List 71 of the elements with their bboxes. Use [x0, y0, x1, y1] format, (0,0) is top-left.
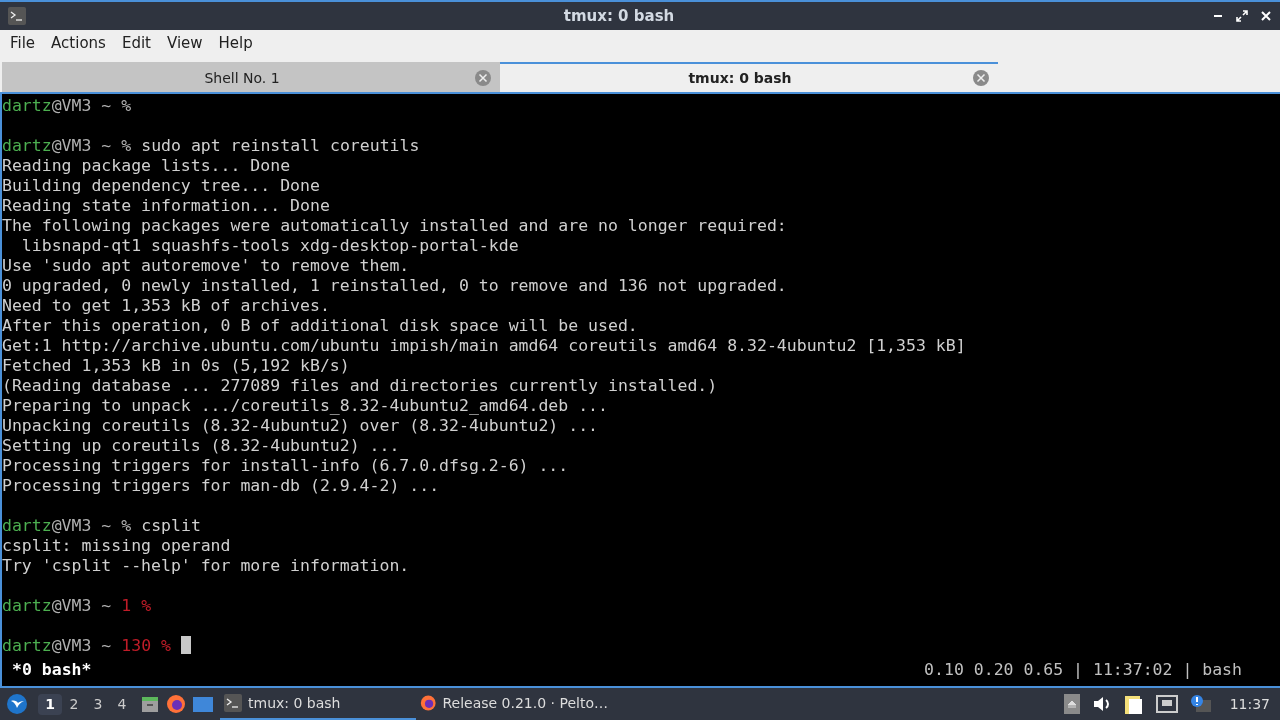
terminal-output: Fetched 1,353 kB in 0s (5,192 kB/s) [2, 356, 350, 376]
command-text: sudo apt reinstall coreutils [141, 136, 420, 156]
terminal-output: Setting up coreutils (8.32-4ubuntu2) ... [2, 436, 400, 456]
prompt-user: dartz [2, 96, 52, 116]
terminal-output: Use 'sudo apt autoremove' to remove them. [2, 256, 410, 276]
network-icon[interactable] [1155, 695, 1178, 713]
terminal-output: The following packages were automatically installed and are no longer required: [2, 216, 787, 236]
terminal-output: Reading package lists... Done [2, 156, 291, 176]
prompt-user: dartz [2, 636, 52, 656]
terminal-output: Processing triggers for man-db (2.9.4-2) ... [2, 476, 440, 496]
prompt-symbol: % [141, 596, 152, 616]
window-title: tmux: 0 bash [563, 5, 675, 27]
terminal-icon [224, 694, 242, 712]
terminal-output: libsnapd-qt1 squashfs-tools xdg-desktop-portal-kde [20, 236, 519, 256]
eject-icon[interactable] [1063, 694, 1080, 714]
volume-icon[interactable] [1091, 695, 1112, 713]
tmux-status-info: 0.10 0.20 0.65 | 11:37:02 | bash [924, 660, 1242, 680]
file-cabinet-icon[interactable] [140, 694, 160, 714]
menu-item[interactable]: Help [210, 31, 261, 55]
clock[interactable]: 11:37 [1229, 693, 1270, 715]
window-icon[interactable] [192, 694, 214, 714]
desktop-switcher[interactable]: 3 [86, 693, 110, 715]
tab-close-icon[interactable] [972, 69, 990, 87]
firefox-icon [166, 694, 186, 714]
prompt-host: @VM3 ~ [51, 136, 112, 156]
prompt-host: @VM3 ~ [51, 96, 112, 116]
terminal-output: 0 upgraded, 0 newly installed, 1 reinstalled, 0 to remove and 136 not upgraded. [2, 276, 787, 296]
maximize-icon[interactable] [1236, 10, 1248, 22]
exit-status: 1 [121, 596, 132, 616]
menu-item[interactable]: Actions [43, 31, 114, 55]
firefox-icon [420, 693, 437, 713]
bird-logo-icon[interactable] [6, 693, 28, 715]
prompt-symbol: % [121, 96, 132, 116]
prompt-user: dartz [2, 136, 52, 156]
desktop-switcher[interactable]: 4 [110, 693, 134, 715]
prompt-symbol: % [121, 516, 132, 536]
terminal[interactable] [0, 92, 1280, 686]
menu-item[interactable]: File [2, 31, 44, 55]
terminal-output: Need to get 1,353 kB of archives. [2, 296, 330, 316]
terminal-output: Processing triggers for install-info (6.7.0.dfsg.2-6) ... [2, 456, 569, 476]
exit-status: 130 [121, 636, 152, 656]
prompt-symbol: % [161, 636, 172, 656]
tab[interactable]: Shell No. 1 [2, 62, 500, 92]
terminal-icon [8, 7, 26, 25]
tmux-window-status: *0 bash* [12, 660, 92, 680]
terminal-output: csplit: missing operand [2, 536, 231, 556]
terminal-output: Preparing to unpack .../coreutils_8.32-4ubuntu2_amd64.deb ... [2, 396, 608, 416]
terminal-output: Try 'csplit --help' for more information. [2, 556, 410, 576]
desktop-switcher[interactable]: 2 [62, 693, 86, 715]
terminal-output: Get:1 http://archive.ubuntu.com/ubuntu impish/main amd64 coreutils amd64 8.32-4ubuntu2 [1,353 kB] [2, 336, 966, 356]
taskbar-task[interactable]: tmux: 0 bash [220, 688, 416, 720]
notification-icon[interactable] [1189, 694, 1212, 714]
menu-item[interactable]: View [158, 31, 211, 55]
menu-item[interactable]: Edit [113, 31, 159, 55]
terminal-output: Unpacking coreutils (8.32-4ubuntu2) over (8.32-4ubuntu2) ... [2, 416, 599, 436]
terminal-output: Reading state information... Done [2, 196, 330, 216]
prompt-user: dartz [2, 516, 52, 536]
close-icon[interactable] [1260, 10, 1272, 22]
terminal-output: After this operation, 0 B of additional disk space will be used. [2, 316, 638, 336]
terminal-output: Building dependency tree... Done [2, 176, 320, 196]
taskbar-task[interactable]: Release 0.21.0 · Pelto… [416, 688, 612, 720]
prompt-host: @VM3 ~ [51, 596, 112, 616]
prompt-host: @VM3 ~ [51, 636, 112, 656]
tab-close-icon[interactable] [474, 69, 492, 87]
clipboard-icon[interactable] [1123, 693, 1144, 715]
prompt-host: @VM3 ~ [51, 516, 112, 536]
terminal-output: (Reading database ... 277089 files and directories currently installed.) [2, 376, 718, 396]
command-text: csplit [141, 516, 201, 536]
prompt-user: dartz [2, 596, 52, 616]
prompt-symbol: % [121, 136, 132, 156]
desktop-switcher[interactable]: 1 [38, 693, 62, 715]
